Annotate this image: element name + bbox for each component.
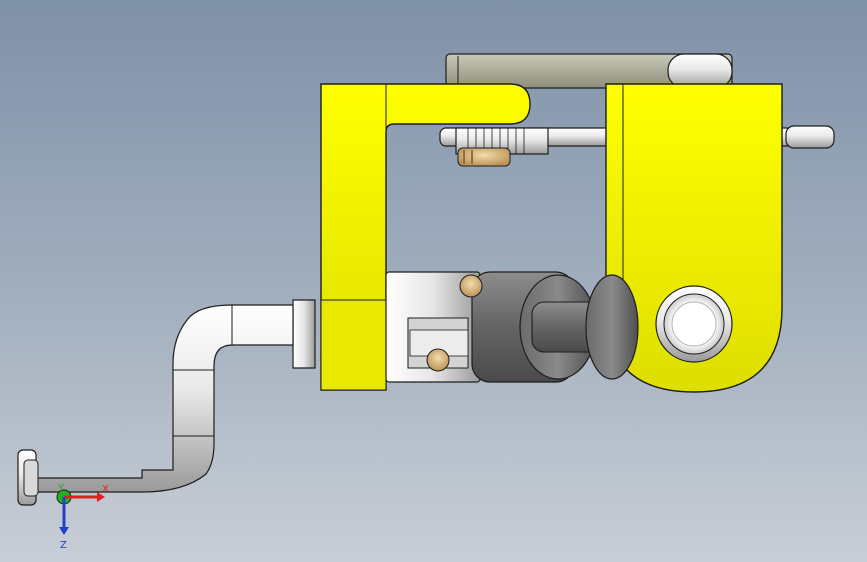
top-plate[interactable]: [445, 53, 733, 89]
axis-z-label: Z: [60, 540, 67, 551]
cad-viewport[interactable]: X Y Z: [0, 0, 867, 562]
axis-x-label: X: [102, 484, 109, 495]
gear[interactable]: [455, 127, 549, 167]
axis-y-label: Y: [57, 483, 65, 494]
coordinate-triad[interactable]: X Y Z: [56, 483, 109, 551]
bent-pipe[interactable]: [17, 299, 316, 506]
universal-joint[interactable]: [385, 271, 639, 383]
model-canvas[interactable]: X Y Z: [0, 0, 867, 562]
